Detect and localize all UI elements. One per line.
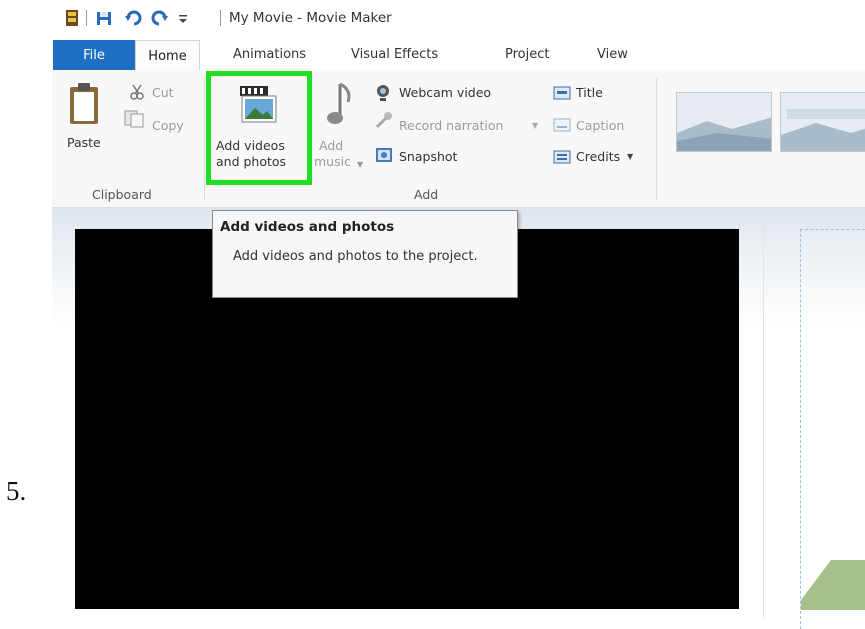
microphone-icon [375,112,392,129]
step-number: 5. [6,476,27,506]
copy-button[interactable]: Copy [152,118,184,133]
pane-divider[interactable] [763,208,764,618]
tab-animations[interactable]: Animations [233,47,306,62]
webcam-icon [377,85,389,101]
copy-icon [124,110,144,128]
qat-separator [86,10,87,26]
credits-dropdown-icon[interactable]: ▼ [627,152,633,161]
tab-file[interactable]: File [53,40,135,70]
add-music-label-1[interactable]: Add [319,138,343,153]
theme-thumbnail-2[interactable] [780,92,865,152]
title-button[interactable]: Title [576,85,603,100]
undo-icon[interactable] [124,9,142,27]
group-separator [204,78,205,200]
credits-button[interactable]: Credits [576,149,620,164]
tab-view[interactable]: View [597,47,628,62]
paste-button[interactable]: Paste [67,135,101,150]
window-title: My Movie - Movie Maker [229,10,392,26]
snapshot-icon [376,148,392,162]
redo-icon[interactable] [151,9,169,27]
add-videos-label-1[interactable]: Add videos [216,138,285,153]
add-videos-label-2[interactable]: and photos [216,154,286,169]
cut-button[interactable]: Cut [152,85,174,100]
tooltip-body: Add videos and photos to the project. [233,249,478,264]
credits-icon [553,150,571,164]
record-narration-button[interactable]: Record narration [399,118,503,133]
theme-thumbnail-1[interactable] [676,92,772,152]
customize-dropdown-icon[interactable] [177,9,189,27]
caption-icon [553,118,571,132]
title-separator [220,10,221,26]
storyboard-pane[interactable] [800,229,865,629]
chevron-down-icon[interactable]: ▼ [357,160,363,169]
clipboard-group-label: Clipboard [92,187,152,202]
tooltip-title: Add videos and photos [220,219,395,235]
title-bar [52,0,865,38]
webcam-video-button[interactable]: Webcam video [399,85,491,100]
paste-icon [70,83,98,124]
add-group-label: Add [414,187,439,202]
snapshot-button[interactable]: Snapshot [399,149,457,164]
narration-dropdown-icon[interactable]: ▼ [532,121,538,130]
tab-project[interactable]: Project [505,47,549,62]
add-music-label-2[interactable]: music [314,154,351,169]
tab-home[interactable]: Home [135,40,200,71]
title-icon [553,86,571,100]
cut-icon [130,84,144,100]
caption-button[interactable]: Caption [576,118,624,133]
save-icon[interactable] [96,9,112,27]
group-separator [656,78,657,200]
app-icon [66,10,78,26]
tab-visual-effects[interactable]: Visual Effects [351,47,438,62]
music-note-icon [327,82,351,124]
